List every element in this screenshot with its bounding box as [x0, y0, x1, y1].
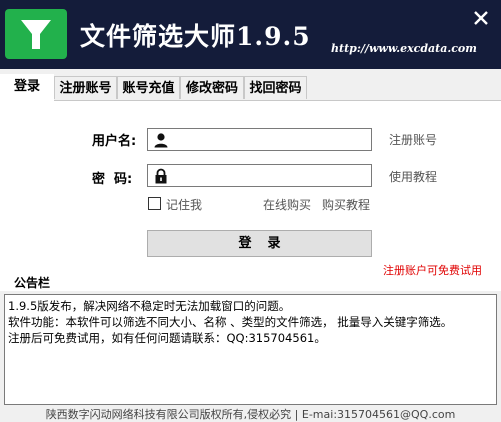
close-button[interactable]	[466, 4, 496, 32]
tab-login[interactable]: 登录	[0, 74, 54, 101]
online-buy-link[interactable]: 在线购买	[263, 196, 311, 213]
notice-line: 1.9.5版发布，解决网络不稳定时无法加载窗口的问题。	[8, 299, 291, 313]
password-label: 密 码:	[92, 172, 133, 187]
lock-icon	[155, 168, 167, 184]
username-field[interactable]	[147, 128, 372, 151]
password-field[interactable]	[147, 164, 372, 187]
buy-tutorial-link[interactable]: 购买教程	[322, 196, 370, 213]
tab-register[interactable]: 注册账号	[54, 76, 117, 99]
app-title: 文件筛选大师1.9.5	[80, 22, 311, 51]
notice-title: 公告栏	[14, 276, 51, 290]
login-button[interactable]: 登录	[147, 230, 372, 257]
title-bar: 文件筛选大师1.9.5 http://www.excdata.com	[0, 0, 501, 69]
register-link[interactable]: 注册账号	[389, 131, 437, 148]
tab-recharge[interactable]: 账号充值	[117, 76, 180, 99]
notice-box[interactable]: 1.9.5版发布，解决网络不稳定时无法加载窗口的问题。 软件功能：本软件可以筛选…	[4, 294, 497, 405]
close-icon	[474, 11, 488, 25]
free-trial-notice: 注册账户可免费试用	[383, 264, 482, 277]
tab-change-password[interactable]: 修改密码	[180, 76, 244, 99]
website-url[interactable]: http://www.excdata.com	[331, 42, 477, 55]
tab-recover-password[interactable]: 找回密码	[244, 76, 307, 99]
remember-label[interactable]: 记住我	[166, 196, 202, 213]
copyright-footer: 陕西数字闪动网络科技有限公司版权所有,侵权必究 | E-mai:31570456…	[45, 408, 456, 421]
tutorial-link[interactable]: 使用教程	[389, 168, 437, 185]
notice-line: 软件功能：本软件可以筛选不同大小、名称 、类型的文件筛选， 批量导入关键字筛选。	[8, 315, 453, 329]
tab-bar: 登录 注册账号 账号充值 修改密码 找回密码	[0, 74, 501, 101]
username-input[interactable]	[172, 130, 368, 149]
user-icon	[154, 133, 168, 148]
username-label: 用户名:	[92, 134, 137, 149]
notice-line: 注册后可免费试用，如有任何问题请联系：QQ:315704561。	[8, 331, 326, 345]
remember-checkbox[interactable]	[148, 197, 161, 210]
funnel-icon	[5, 9, 67, 59]
password-input[interactable]	[172, 166, 368, 185]
